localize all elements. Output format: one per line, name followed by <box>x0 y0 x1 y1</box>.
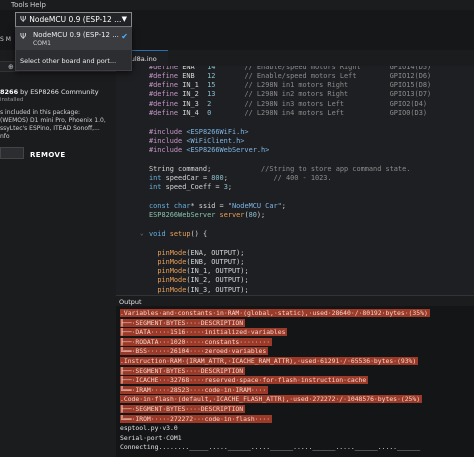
code-line: ESP8266WebServer server(80); <box>149 211 266 220</box>
package-line: s included in this package: <box>0 109 81 116</box>
library-panel: ⊕ 8266 by ESP8266 Community installed s … <box>0 50 116 295</box>
output-line: ╟──·SEGMENT·BYTES····DESCRIPTION <box>120 318 246 327</box>
usb-icon: Ψ <box>20 15 27 24</box>
code-line: #include <WiFiClient.h> <box>149 136 245 145</box>
output-line: ╚══·IRAM·····28523····code·in·IRAM···· <box>120 385 269 394</box>
code-line: int speedCar = 800; // 400 - 1023. <box>149 174 332 183</box>
chevron-down-icon: ▼ <box>121 15 127 23</box>
code-line: #define IN_4 0 // L298N in4 motors Left … <box>149 109 427 117</box>
code-line: pinMode(IN_1, OUTPUT); <box>157 267 249 276</box>
line-gutter <box>116 66 146 295</box>
select-other-board[interactable]: Select other board and port... <box>16 57 131 65</box>
check-icon: ✔ <box>121 32 128 41</box>
output-line: esptool.py·v3.0 <box>120 424 178 433</box>
code-line: #include <ESP8266WebServer.h> <box>149 146 270 155</box>
output-line: Serial·port·COM1 <box>120 433 182 442</box>
code-line: #define ENB 12 // Enable/speed motors Le… <box>149 71 432 80</box>
output-line: ╟──·DATA·····1516·····initialized·variab… <box>120 328 288 337</box>
version-select[interactable] <box>0 147 24 159</box>
code-line: pinMode(ENB, OUTPUT); <box>157 257 245 266</box>
installed-note: installed <box>0 97 24 103</box>
code-line: String command; //String to store app co… <box>149 164 411 173</box>
output-console[interactable]: .Variables·and·constants·in·RAM·(global,… <box>116 306 474 457</box>
left-panel-lower <box>0 295 116 457</box>
code-editor[interactable]: #define ENA 14 // Enable/speed motors Ri… <box>116 66 474 295</box>
output-line: Connecting........_____.....______....._… <box>120 443 421 452</box>
fold-chevron-icon[interactable]: ⌄ <box>140 230 144 237</box>
code-line: #define ENA 14 // Enable/speed motors Ri… <box>149 66 432 71</box>
code-line: pinMode(IN_3, OUTPUT); <box>157 285 249 294</box>
output-line: .Variables·and·constants·in·RAM·(global,… <box>120 309 430 317</box>
code-line: pinMode(IN_2, OUTPUT); <box>157 276 249 285</box>
output-line: ╟──·SEGMENT·BYTES····DESCRIPTION <box>120 405 246 413</box>
package-line: ssyLtec's ESPino, ITEAD Sonoff,... <box>0 125 100 132</box>
output-line: .Instruction·RAM·(IRAM_ATTR,·ICACHE_RAM_… <box>120 357 419 365</box>
menu-help[interactable]: Help <box>30 0 46 10</box>
code-line: #define IN_1 15 // L298N in1 motors Righ… <box>149 81 432 90</box>
output-line: ╟──·RODATA···1020·····constants········ <box>120 337 273 346</box>
filter-icon: ⊕ <box>8 63 14 71</box>
editor-tabstrip: ch_jul8a.ino <box>116 50 474 66</box>
toolbar-left-label: S M <box>0 36 11 43</box>
usb-icon: Ψ <box>20 32 27 41</box>
board-option-port: COM1 <box>33 40 51 47</box>
code-line: const char* ssid = "NodeMCU Car"; <box>149 202 286 210</box>
output-line: ╚══·IROM·····272272···code·in·flash···· <box>120 414 273 423</box>
output-line: ╟──·ICACHE···32768····reserved·space·for… <box>120 376 369 385</box>
board-option-nodemcu[interactable]: Ψ NodeMCU 0.9 (ESP-12 ... COM1 ✔ <box>16 28 131 50</box>
code-line: #define IN_2 13 // L298N in2 motors Righ… <box>149 90 432 99</box>
board-dropdown: Ψ NodeMCU 0.9 (ESP-12 ... COM1 ✔ Select … <box>15 27 132 71</box>
code-line: int speed_Coeff = 3; <box>149 183 232 192</box>
code-line: void setup() { <box>149 229 208 238</box>
code-line: pinMode(ENA, OUTPUT); <box>157 248 245 257</box>
menubar: Tools Help <box>0 0 474 10</box>
menu-tools[interactable]: Tools <box>11 0 28 10</box>
code-line: #include <ESP8266WiFi.h> <box>149 127 249 136</box>
remove-button[interactable]: REMOVE <box>30 151 66 159</box>
board-selector[interactable]: Ψ NodeMCU 0.9 (ESP-12 ... ▼ <box>15 12 132 27</box>
more-info-link[interactable]: nfo <box>0 133 10 140</box>
package-line: (WEMOS) D1 mini Pro, Phoenix 1.0, <box>0 117 106 124</box>
output-line: ╚══·BSS······26104····zeroed·variables <box>120 347 269 356</box>
code-line: #define IN_3 2 // L298N in3 motors Left … <box>149 99 427 108</box>
output-line: .Code·in·flash·(default,·ICACHE_FLASH_AT… <box>120 395 423 404</box>
output-line: ╟──·SEGMENT·BYTES····DESCRIPTION <box>120 366 246 375</box>
board-option-name: NodeMCU 0.9 (ESP-12 ... <box>33 31 119 39</box>
library-title: 8266 by ESP8266 Community <box>0 88 99 96</box>
output-header: Output <box>116 295 474 306</box>
board-selector-label: NodeMCU 0.9 (ESP-12 ... <box>29 15 122 24</box>
